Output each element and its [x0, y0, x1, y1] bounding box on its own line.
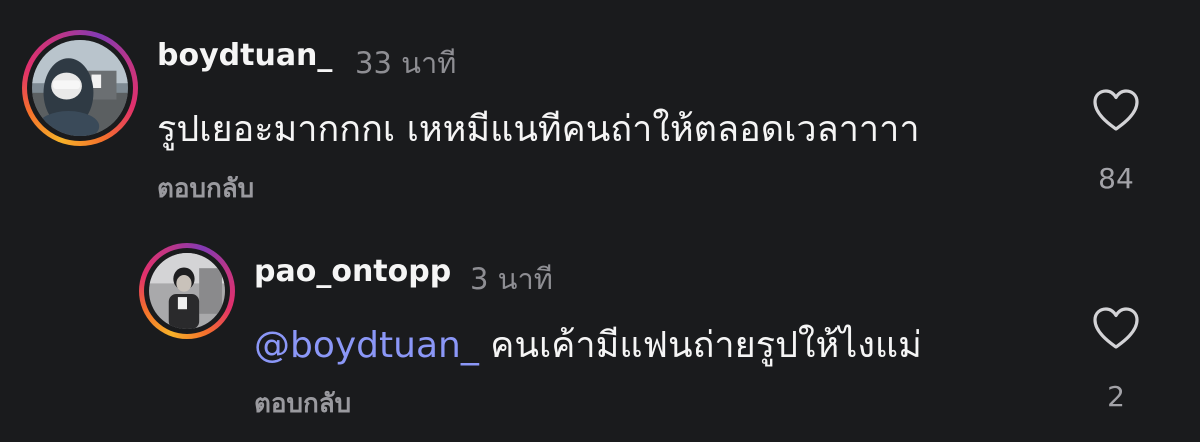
- like-count: 2: [1107, 380, 1125, 413]
- reply-button[interactable]: ตอบกลับ: [157, 168, 254, 209]
- comment-text: รูปเยอะมากกกเ เหหมีแนทีคนถ่าให้ตลอดเวลาา…: [157, 109, 920, 150]
- comment-body: คนเค้ามีแฟนถ่ายรูปให้ไงแม่: [490, 325, 922, 366]
- comment-time: 33 นาที: [355, 46, 457, 80]
- like-count: 84: [1098, 162, 1134, 195]
- like-button[interactable]: 2: [1086, 306, 1146, 413]
- username[interactable]: pao_ontopp: [254, 254, 451, 289]
- profile-photo-icon: [149, 253, 225, 329]
- comment-text: @boydtuan_ คนเค้ามีแฟนถ่ายรูปให้ไงแม่: [254, 316, 922, 373]
- profile-photo-icon: [32, 40, 128, 136]
- like-button[interactable]: 84: [1086, 88, 1146, 195]
- heart-icon: [1093, 307, 1139, 349]
- comment-time: 3 นาที: [470, 262, 553, 296]
- avatar[interactable]: [139, 243, 235, 339]
- avatar[interactable]: [22, 30, 138, 146]
- heart-icon: [1093, 89, 1139, 131]
- username[interactable]: boydtuan_: [157, 38, 332, 73]
- mention-link[interactable]: @boydtuan_: [254, 325, 479, 366]
- reply-button[interactable]: ตอบกลับ: [254, 383, 351, 424]
